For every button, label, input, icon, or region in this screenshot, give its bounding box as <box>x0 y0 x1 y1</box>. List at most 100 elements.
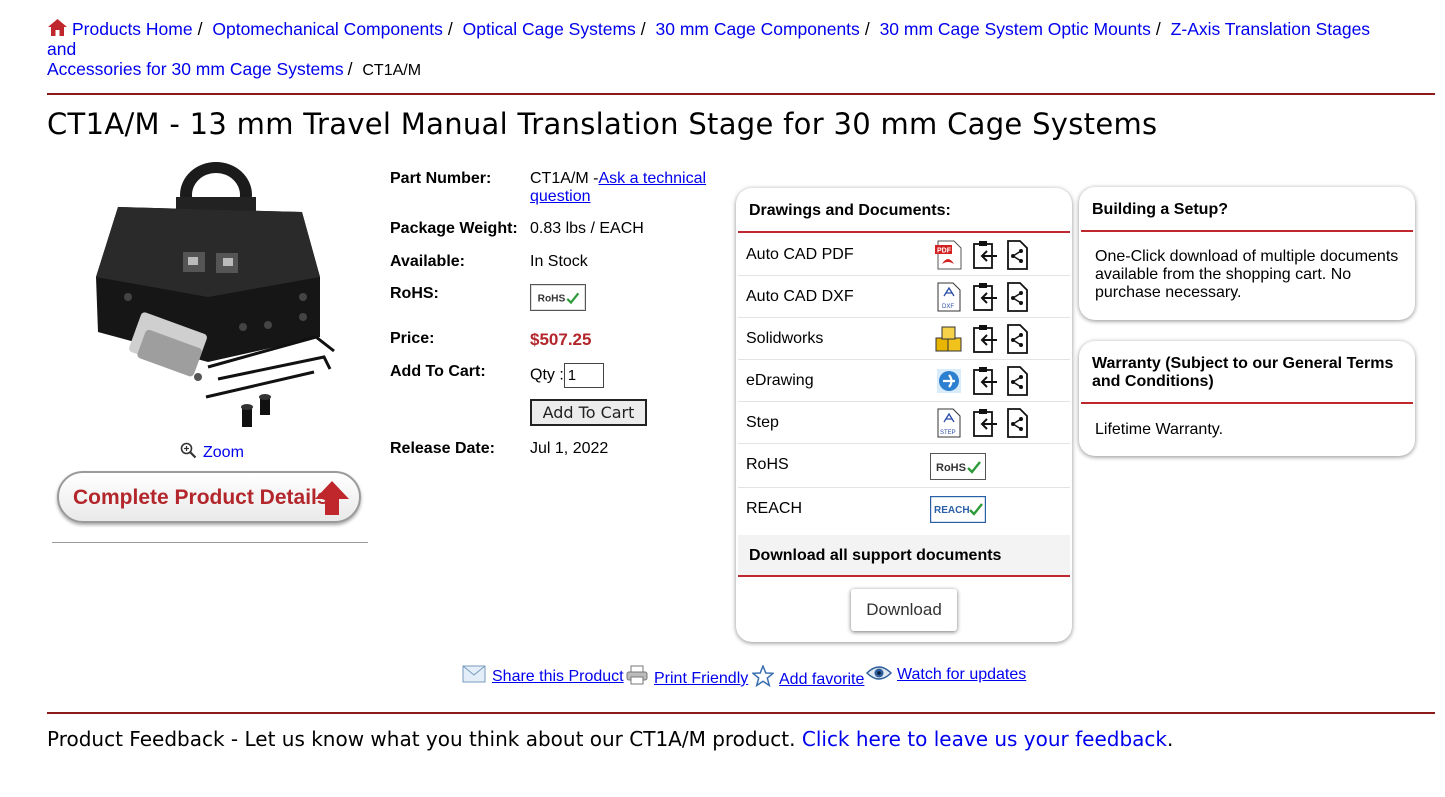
quantity-group: Qty : <box>530 363 604 388</box>
printer-icon <box>626 665 648 685</box>
rohs-icon-text: RoHS <box>936 462 966 474</box>
release-date-value: Jul 1, 2022 <box>530 440 609 457</box>
add-to-cart-button[interactable]: Add To Cart <box>530 399 647 426</box>
copy-to-clipboard-icon[interactable] <box>971 366 999 396</box>
release-date-label: Release Date: <box>390 440 495 457</box>
doc-row-edrawing: eDrawing <box>738 360 1070 402</box>
breadcrumb-z-axis-part2: Accessories for 30 mm Cage Systems <box>47 59 344 79</box>
feedback-text: Product Feedback - Let us know what you … <box>47 727 796 751</box>
solidworks-icon[interactable] <box>934 324 964 354</box>
share-document-icon[interactable] <box>1005 240 1029 270</box>
available-value: In Stock <box>530 253 588 270</box>
warranty-text: Lifetime Warranty. <box>1095 421 1224 438</box>
quantity-input[interactable] <box>563 363 604 388</box>
product-feedback: Product Feedback - Let us know what you … <box>47 727 1173 751</box>
add-to-cart-label: Add To Cart: <box>390 363 486 380</box>
breadcrumb-products-home[interactable]: Products Home <box>72 19 193 39</box>
add-favorite-link[interactable]: Add favorite <box>779 671 864 688</box>
price-value: $507.25 <box>530 330 592 349</box>
watch-updates-action[interactable]: Watch for updates <box>866 665 1026 684</box>
doc-row-autocad-pdf: Auto CAD PDF PDF <box>738 234 1070 276</box>
step-file-icon[interactable]: STEP <box>936 408 962 438</box>
package-weight-value: 0.83 lbs / EACH <box>530 220 644 237</box>
pdf-file-icon[interactable]: PDF <box>934 240 964 270</box>
doc-row-rohs: RoHS RoHS <box>738 444 1070 488</box>
doc-name: Step <box>746 414 779 431</box>
reach-icon-text: REACH <box>934 505 970 516</box>
zoom-label[interactable]: Zoom <box>203 444 244 461</box>
setup-title: Building a Setup? <box>1092 201 1228 218</box>
add-favorite-action[interactable]: Add favorite <box>751 663 864 689</box>
pdf-icon-text: PDF <box>937 248 952 255</box>
rohs-document-icon[interactable]: RoHS <box>930 453 986 480</box>
doc-name: Auto CAD PDF <box>746 246 854 263</box>
documents-title-underline <box>738 231 1070 233</box>
copy-to-clipboard-icon[interactable] <box>971 282 999 312</box>
part-number: CT1A/M - <box>530 170 599 187</box>
breadcrumb-separator: / <box>347 59 353 79</box>
envelope-icon <box>462 665 486 683</box>
share-document-icon[interactable] <box>1005 408 1029 438</box>
page-title: CT1A/M - 13 mm Travel Manual Translation… <box>47 107 1158 141</box>
dxf-icon-text: DXF <box>942 304 954 310</box>
breadcrumb-separator: / <box>864 19 870 39</box>
details-button-label: Complete Product Details <box>73 486 329 509</box>
download-button[interactable]: Download <box>851 589 957 631</box>
breadcrumb-separator: / <box>640 19 646 39</box>
part-number-value: CT1A/M -Ask a technical question <box>530 170 720 206</box>
left-divider <box>52 542 368 543</box>
product-image[interactable] <box>88 157 344 435</box>
package-weight-label: Package Weight: <box>390 220 518 237</box>
complete-product-details-button[interactable]: Complete Product Details <box>57 471 361 523</box>
eye-icon <box>866 666 892 680</box>
arrow-up-icon <box>315 481 349 515</box>
download-all-underline <box>738 575 1070 577</box>
copy-to-clipboard-icon[interactable] <box>971 324 999 354</box>
copy-to-clipboard-icon[interactable] <box>971 240 999 270</box>
edrawing-icon[interactable] <box>934 366 964 396</box>
setup-title-underline <box>1081 230 1413 232</box>
doc-row-solidworks: Solidworks <box>738 318 1070 360</box>
breadcrumb-optic-mounts[interactable]: 30 mm Cage System Optic Mounts <box>880 19 1151 39</box>
breadcrumb-optomechanical[interactable]: Optomechanical Components <box>212 19 443 39</box>
feedback-end: . <box>1167 727 1174 751</box>
print-friendly-link[interactable]: Print Friendly <box>654 670 748 687</box>
warranty-title: Warranty (Subject to our General Terms a… <box>1092 355 1394 390</box>
download-all-label: Download all support documents <box>749 547 1002 564</box>
setup-panel: Building a Setup? One-Click download of … <box>1079 187 1415 320</box>
zoom-link[interactable]: Zoom <box>180 442 244 462</box>
doc-row-step: Step STEP <box>738 402 1070 444</box>
feedback-link[interactable]: Click here to leave us your feedback <box>802 727 1167 751</box>
breadcrumb-current: CT1A/M <box>362 62 422 79</box>
available-label: Available: <box>390 253 465 270</box>
reach-document-icon[interactable]: REACH <box>930 496 986 523</box>
doc-name: REACH <box>746 500 803 517</box>
home-icon[interactable] <box>47 18 68 37</box>
step-icon-text: STEP <box>940 430 956 436</box>
doc-name: Solidworks <box>746 330 824 347</box>
top-divider <box>47 93 1435 95</box>
doc-name: eDrawing <box>746 372 814 389</box>
doc-name: Auto CAD DXF <box>746 288 854 305</box>
warranty-title-underline <box>1081 402 1413 404</box>
documents-title: Drawings and Documents: <box>749 202 951 219</box>
breadcrumb: Products Home / Optomechanical Components… <box>47 18 1387 81</box>
part-number-label: Part Number: <box>390 170 492 187</box>
bottom-divider <box>47 712 1435 714</box>
doc-row-reach: REACH REACH <box>738 488 1070 534</box>
price-label: Price: <box>390 330 435 347</box>
copy-to-clipboard-icon[interactable] <box>971 408 999 438</box>
share-product-action[interactable]: Share this Product <box>462 665 624 686</box>
watch-updates-link[interactable]: Watch for updates <box>897 666 1026 683</box>
share-document-icon[interactable] <box>1005 366 1029 396</box>
share-product-link[interactable]: Share this Product <box>492 668 624 685</box>
share-document-icon[interactable] <box>1005 324 1029 354</box>
breadcrumb-separator: / <box>197 19 203 39</box>
setup-text: One-Click download of multiple documents… <box>1095 248 1399 301</box>
dxf-file-icon[interactable]: DXF <box>936 282 962 312</box>
print-friendly-action[interactable]: Print Friendly <box>626 665 748 688</box>
share-document-icon[interactable] <box>1005 282 1029 312</box>
breadcrumb-optical-cage-systems[interactable]: Optical Cage Systems <box>463 19 636 39</box>
breadcrumb-30mm-cage-components[interactable]: 30 mm Cage Components <box>656 19 860 39</box>
doc-row-autocad-dxf: Auto CAD DXF DXF <box>738 276 1070 318</box>
